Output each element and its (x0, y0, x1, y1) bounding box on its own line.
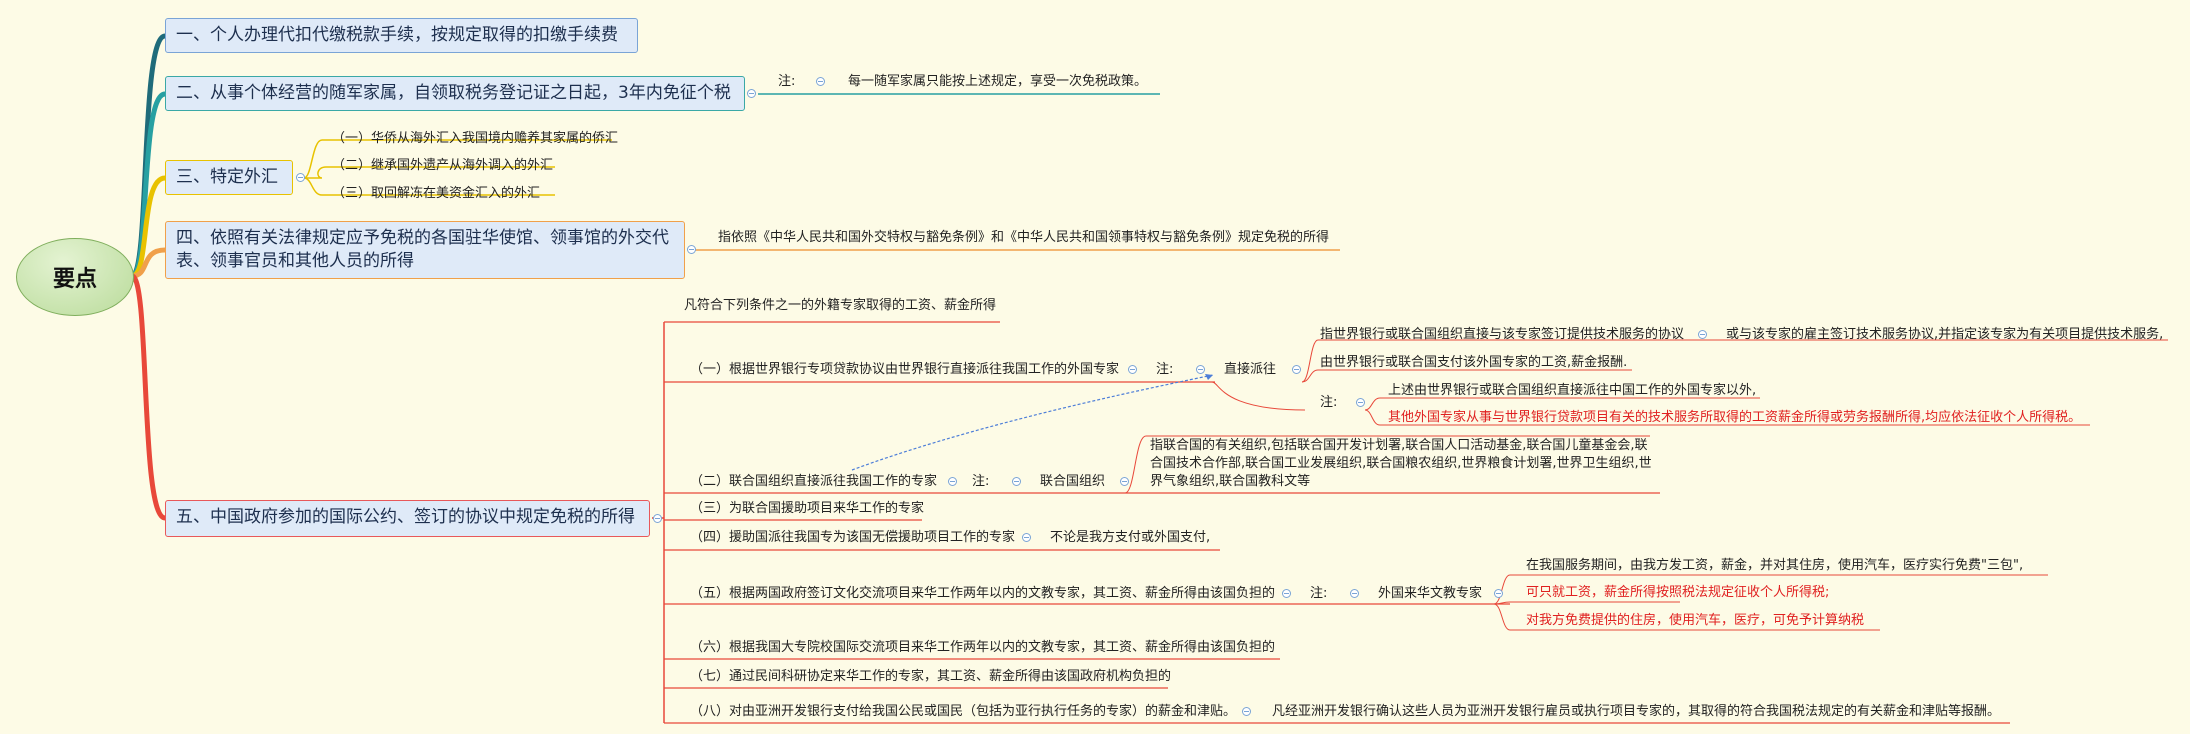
c8-note[interactable]: 凡经亚洲开发银行确认这些人员为亚洲开发银行雇员或执行项目专家的，其取得的符合我国… (1272, 703, 2000, 721)
collapse-toggle-icon[interactable] (1242, 707, 1251, 716)
main-node-3[interactable]: 三、特定外汇 (165, 160, 293, 195)
collapse-toggle-icon[interactable] (1012, 477, 1021, 486)
c2-org-text-3[interactable]: 界气象组织,联合国教科文等 (1150, 473, 1310, 491)
collapse-toggle-icon[interactable] (1022, 533, 1031, 542)
c1-note2-label[interactable]: 注: (1320, 394, 1337, 412)
m5-child-2[interactable]: （二）联合国组织直接派往我国工作的专家 (690, 473, 937, 491)
m5-child-1[interactable]: （一）根据世界银行专项贷款协议由世界银行直接派往我国工作的外国专家 (690, 361, 1119, 379)
c1-direct-def-b[interactable]: 由世界银行或联合国支付该外国专家的工资,薪金报酬. (1320, 354, 1627, 372)
collapse-toggle-icon[interactable] (747, 89, 756, 98)
main-node-4[interactable]: 四、依照有关法律规定应予免税的各国驻华使馆、领事馆的外交代 表、领事官员和其他人… (165, 221, 685, 279)
c5-expert-2[interactable]: 可只就工资，薪金所得按照税法规定征收个人所得税; (1526, 584, 1829, 602)
collapse-toggle-icon[interactable] (1120, 477, 1129, 486)
collapse-toggle-icon[interactable] (1196, 365, 1205, 374)
c1-note2-b[interactable]: 其他外国专家从事与世界银行贷款项目有关的技术服务所取得的工资薪金所得或劳务报酬所… (1388, 409, 2081, 427)
m3-item-3[interactable]: （三）取回解冻在美资金汇入的外汇 (332, 185, 540, 203)
m5-child-8[interactable]: （八）对由亚洲开发银行支付给我国公民或国民（包括为亚行执行任务的专家）的薪金和津… (690, 703, 1236, 721)
c1-direct-node[interactable]: 直接派往 (1224, 361, 1276, 379)
collapse-toggle-icon[interactable] (1494, 589, 1503, 598)
m3-item-1[interactable]: （一）华侨从海外汇入我国境内赡养其家属的侨汇 (332, 130, 618, 148)
m3-item-2[interactable]: （二）继承国外遗产从海外调入的外汇 (332, 157, 553, 175)
main-node-4-line1: 四、依照有关法律规定应予免税的各国驻华使馆、领事馆的外交代 (176, 228, 669, 248)
m5-child-3[interactable]: （三）为联合国援助项目来华工作的专家 (690, 500, 924, 518)
c5-expert-1[interactable]: 在我国服务期间，由我方发工资，薪金，并对其住房，使用汽车，医疗实行免费"三包", (1526, 557, 2023, 575)
c5-expert-node[interactable]: 外国来华文教专家 (1378, 585, 1482, 603)
c5-note-label[interactable]: 注: (1310, 585, 1327, 603)
c2-org-text-1[interactable]: 指联合国的有关组织,包括联合国开发计划署,联合国人口活动基金,联合国儿童基金会,… (1150, 437, 1648, 455)
m5-child-6[interactable]: （六）根据我国大专院校国际交流项目来华工作两年以内的文教专家，其工资、薪金所得由… (690, 639, 1275, 657)
collapse-toggle-icon[interactable] (1292, 365, 1301, 374)
c5-expert-3[interactable]: 对我方免费提供的住房，使用汽车，医疗，可免予计算纳税 (1526, 612, 1864, 630)
m5-child-4[interactable]: （四）援助国派往我国专为该国无偿援助项目工作的专家 (690, 529, 1015, 547)
collapse-toggle-icon[interactable] (1350, 589, 1359, 598)
main-node-4-line2: 表、领事官员和其他人员的所得 (176, 251, 414, 271)
main-node-1[interactable]: 一、个人办理代扣代缴税款手续，按规定取得的扣缴手续费 (165, 18, 638, 53)
m5-child-7[interactable]: （七）通过民间科研协定来华工作的专家，其工资、薪金所得由该国政府机构负担的 (690, 668, 1171, 686)
collapse-toggle-icon[interactable] (653, 514, 662, 523)
c2-org-text-2[interactable]: 合国技术合作部,联合国工业发展组织,联合国粮农组织,世界粮食计划署,世界卫生组织… (1150, 455, 1652, 473)
c4-note[interactable]: 不论是我方支付或外国支付, (1050, 529, 1210, 547)
collapse-toggle-icon[interactable] (948, 477, 957, 486)
c1-direct-def-a[interactable]: 指世界银行或联合国组织直接与该专家签订提供技术服务的协议 (1320, 326, 1684, 344)
collapse-toggle-icon[interactable] (1356, 398, 1365, 407)
c2-org-node[interactable]: 联合国组织 (1040, 473, 1105, 491)
m5-child-5[interactable]: （五）根据两国政府签订文化交流项目来华工作两年以内的文教专家，其工资、薪金所得由… (690, 585, 1275, 603)
c1-direct-def-a2[interactable]: 或与该专家的雇主签订技术服务协议,并指定该专家为有关项目提供技术服务, (1726, 326, 2163, 344)
m5-intro[interactable]: 凡符合下列条件之一的外籍专家取得的工资、薪金所得 (684, 297, 996, 315)
m4-note-text[interactable]: 指依照《中华人民共和国外交特权与豁免条例》和《中华人民共和国领事特权与豁免条例》… (718, 229, 1329, 247)
main-node-2[interactable]: 二、从事个体经营的随军家属，自领取税务登记证之日起，3年内免征个税 (165, 76, 745, 111)
collapse-toggle-icon[interactable] (296, 173, 305, 182)
collapse-toggle-icon[interactable] (687, 245, 696, 254)
collapse-toggle-icon[interactable] (1698, 330, 1707, 339)
c2-note-label[interactable]: 注: (972, 473, 989, 491)
collapse-toggle-icon[interactable] (1282, 589, 1291, 598)
m2-note-label[interactable]: 注: (778, 73, 795, 91)
m2-note-text[interactable]: 每一随军家属只能按上述规定，享受一次免税政策。 (848, 73, 1147, 91)
root-node[interactable]: 要点 (16, 238, 134, 316)
collapse-toggle-icon[interactable] (1128, 365, 1137, 374)
main-node-5[interactable]: 五、中国政府参加的国际公约、签订的协议中规定免税的所得 (165, 500, 650, 537)
c1-note-label[interactable]: 注: (1156, 361, 1173, 379)
c1-note2-a[interactable]: 上述由世界银行或联合国组织直接派往中国工作的外国专家以外, (1388, 382, 1756, 400)
collapse-toggle-icon[interactable] (816, 77, 825, 86)
